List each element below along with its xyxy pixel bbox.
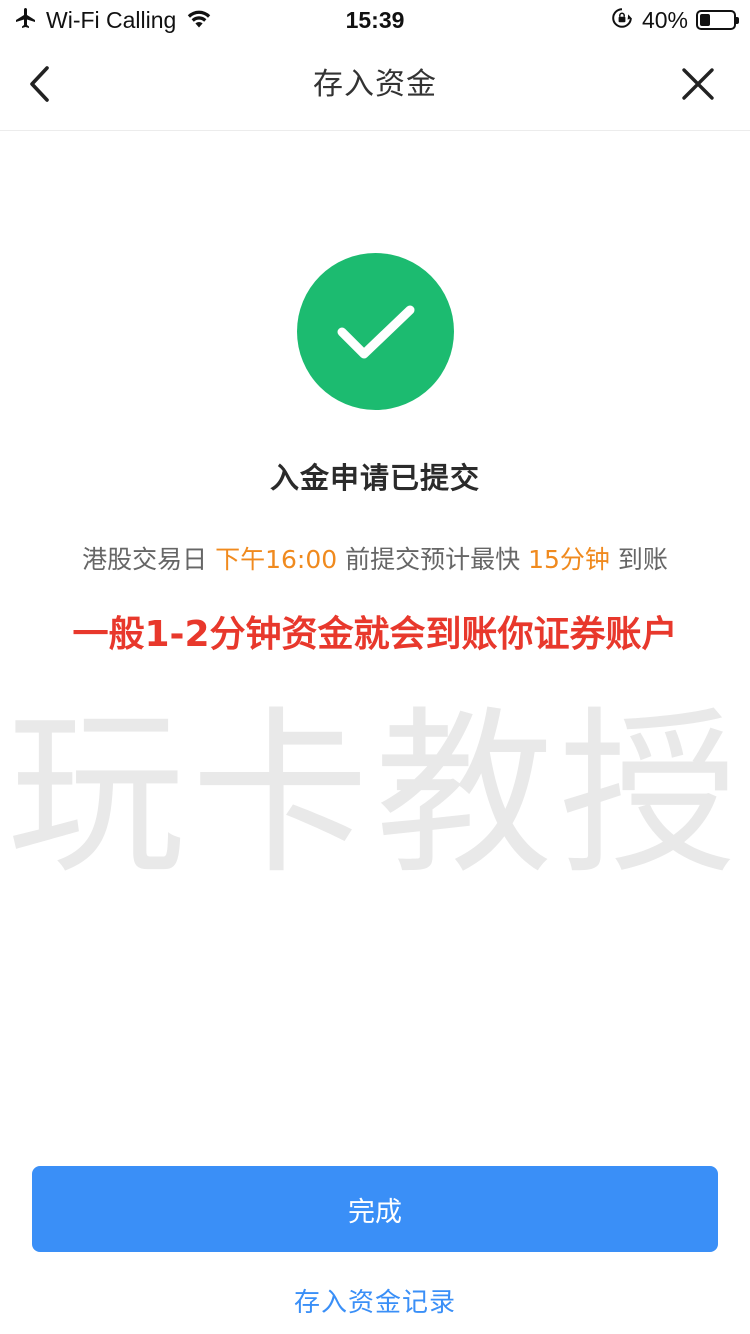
check-icon <box>337 305 414 358</box>
status-bar-right: 40% <box>610 4 739 36</box>
desc-deadline-time: 下午16:00 <box>215 545 338 574</box>
overlay-annotation: 一般1-2分钟资金就会到账你证券账户 <box>72 614 678 655</box>
result-title: 入金申请已提交 <box>269 461 480 495</box>
close-icon <box>682 68 714 100</box>
deposit-record-link[interactable]: 存入资金记录 <box>0 1282 750 1319</box>
done-button[interactable]: 完成 <box>32 1166 718 1252</box>
result-description: 港股交易日 下午16:00 前提交预计最快 15分钟 到账 <box>0 540 750 576</box>
orientation-lock-icon <box>610 6 634 34</box>
battery-level <box>700 14 711 26</box>
watermark-text: 玩卡教授 <box>7 691 743 898</box>
desc-text-1: 港股交易日 <box>82 545 216 574</box>
battery-percent: 40% <box>641 6 688 33</box>
desc-arrival-duration: 15分钟 <box>528 545 610 574</box>
close-button[interactable] <box>676 62 720 106</box>
status-bar: Wi-Fi Calling 15:39 40% <box>0 0 750 40</box>
battery-icon <box>696 10 739 30</box>
success-status <box>297 253 454 410</box>
page-title: 存入资金 <box>313 67 437 102</box>
desc-text-2: 前提交预计最快 <box>337 545 529 574</box>
nav-bar: 存入资金 <box>0 40 750 131</box>
desc-text-3: 到账 <box>609 545 668 574</box>
